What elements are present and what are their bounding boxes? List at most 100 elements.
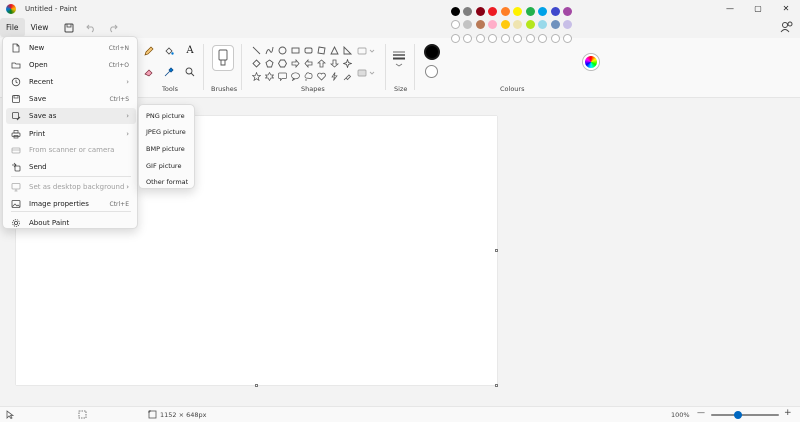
right-triangle-shape-icon[interactable] bbox=[341, 44, 353, 56]
rounded-rectangle-shape-icon[interactable] bbox=[302, 44, 314, 56]
file-menu-item-set-as-desktop-background[interactable]: Set as desktop background › bbox=[6, 179, 136, 195]
colour-swatch[interactable] bbox=[488, 6, 497, 16]
file-menu-item-new[interactable]: New Ctrl+N bbox=[6, 40, 136, 56]
color-picker-icon[interactable] bbox=[162, 65, 176, 79]
color-2-selector[interactable] bbox=[425, 65, 438, 78]
more-shapes-icon[interactable] bbox=[341, 70, 353, 82]
minimize-button[interactable]: — bbox=[716, 0, 744, 17]
save-as-png-picture[interactable]: PNG picture bbox=[141, 108, 193, 123]
edit-colours-icon[interactable] bbox=[583, 54, 599, 70]
file-menu-item-save[interactable]: Save Ctrl+S bbox=[6, 91, 136, 107]
diamond-shape-icon[interactable] bbox=[250, 57, 262, 69]
save-as-jpeg-picture[interactable]: JPEG picture bbox=[141, 125, 193, 140]
colour-swatch[interactable] bbox=[538, 6, 547, 16]
file-menu-item-about-paint[interactable]: About Paint bbox=[6, 215, 136, 231]
save-as-bmp-picture[interactable]: BMP picture bbox=[141, 141, 193, 156]
zoom-out-button[interactable]: — bbox=[697, 408, 705, 417]
share-icon[interactable] bbox=[780, 20, 794, 34]
color-1-selector[interactable] bbox=[424, 44, 440, 60]
colour-swatch[interactable] bbox=[463, 20, 472, 29]
canvas-resize-handle-bottom[interactable] bbox=[255, 384, 258, 387]
colour-swatch[interactable] bbox=[550, 33, 560, 43]
colour-swatch[interactable] bbox=[463, 33, 472, 43]
pencil-icon[interactable] bbox=[142, 44, 156, 58]
fill-dropdown-icon[interactable] bbox=[356, 66, 378, 80]
text-tool-icon[interactable]: A bbox=[183, 43, 197, 57]
left-arrow-shape-icon[interactable] bbox=[302, 57, 314, 69]
colour-swatch[interactable] bbox=[500, 33, 510, 43]
colour-swatch[interactable] bbox=[488, 33, 497, 43]
outline-dropdown-icon[interactable] bbox=[356, 44, 378, 58]
view-menu-tab[interactable]: View bbox=[25, 18, 55, 37]
file-menu-item-from-scanner-or-camera[interactable]: From scanner or camera bbox=[6, 142, 136, 158]
oval-shape-icon[interactable] bbox=[276, 44, 288, 56]
five-point-star-shape-icon[interactable] bbox=[250, 70, 262, 82]
save-as-gif-picture[interactable]: GIF picture bbox=[141, 158, 193, 173]
file-menu-item-save-as[interactable]: Save as › bbox=[6, 108, 136, 124]
colour-swatch[interactable] bbox=[525, 20, 535, 29]
eraser-icon[interactable] bbox=[142, 65, 156, 79]
zoom-in-button[interactable]: + bbox=[784, 408, 792, 418]
colour-swatch[interactable] bbox=[538, 33, 547, 43]
triangle-shape-icon[interactable] bbox=[328, 44, 340, 56]
hexagon-shape-icon[interactable] bbox=[276, 57, 288, 69]
brush-button[interactable] bbox=[212, 45, 234, 71]
undo-icon[interactable] bbox=[84, 21, 98, 35]
colour-swatch[interactable] bbox=[513, 6, 522, 16]
magnifier-icon[interactable] bbox=[183, 65, 197, 79]
rectangle-shape-icon[interactable] bbox=[289, 44, 301, 56]
file-menu-item-open[interactable]: Open Ctrl+O bbox=[6, 57, 136, 73]
colour-swatch[interactable] bbox=[563, 20, 572, 29]
colour-swatch[interactable] bbox=[525, 6, 535, 16]
redo-icon[interactable] bbox=[106, 21, 120, 35]
lightning-shape-icon[interactable] bbox=[328, 70, 340, 82]
colour-swatch[interactable] bbox=[513, 20, 522, 29]
colour-swatch[interactable] bbox=[538, 20, 547, 29]
four-point-star-shape-icon[interactable] bbox=[341, 57, 353, 69]
close-button[interactable]: ✕ bbox=[772, 0, 800, 17]
file-menu-item-print[interactable]: Print › bbox=[6, 126, 136, 142]
canvas-resize-handle-corner[interactable] bbox=[495, 384, 498, 387]
file-menu-item-send[interactable]: Send bbox=[6, 159, 136, 175]
file-menu-item-image-properties[interactable]: Image properties Ctrl+E bbox=[6, 196, 136, 212]
colour-swatch[interactable] bbox=[450, 20, 460, 29]
heart-shape-icon[interactable] bbox=[315, 70, 327, 82]
colour-swatch[interactable] bbox=[450, 33, 460, 43]
colour-swatch[interactable] bbox=[475, 6, 485, 16]
save-icon[interactable] bbox=[62, 21, 76, 35]
zoom-slider-thumb[interactable] bbox=[734, 411, 742, 419]
colour-swatch[interactable] bbox=[525, 33, 535, 43]
cloud-callout-shape-icon[interactable] bbox=[302, 70, 314, 82]
oval-callout-shape-icon[interactable] bbox=[289, 70, 301, 82]
save-as-other-format[interactable]: Other format bbox=[141, 175, 193, 190]
colour-swatch[interactable] bbox=[563, 6, 572, 16]
colour-swatch[interactable] bbox=[550, 6, 560, 16]
fill-icon[interactable] bbox=[162, 44, 176, 58]
maximize-button[interactable]: ▢ bbox=[744, 0, 772, 17]
title-bar: Untitled - Paint — ▢ ✕ bbox=[0, 0, 800, 17]
colour-swatch[interactable] bbox=[450, 6, 460, 16]
colour-swatch[interactable] bbox=[463, 6, 472, 16]
file-menu-tab[interactable]: File bbox=[0, 18, 25, 37]
colour-swatch[interactable] bbox=[500, 6, 510, 16]
rounded-callout-shape-icon[interactable] bbox=[276, 70, 288, 82]
size-dropdown-icon[interactable] bbox=[391, 48, 407, 68]
right-arrow-shape-icon[interactable] bbox=[289, 57, 301, 69]
colour-swatch[interactable] bbox=[550, 20, 560, 29]
curve-shape-icon[interactable] bbox=[263, 44, 275, 56]
file-menu-item-recent[interactable]: Recent › bbox=[6, 74, 136, 90]
polygon-shape-icon[interactable] bbox=[315, 44, 327, 56]
canvas-resize-handle-right[interactable] bbox=[495, 249, 498, 252]
six-point-star-shape-icon[interactable] bbox=[263, 70, 275, 82]
zoom-slider[interactable] bbox=[711, 414, 779, 416]
pentagon-shape-icon[interactable] bbox=[263, 57, 275, 69]
colour-swatch[interactable] bbox=[475, 20, 485, 29]
colour-swatch[interactable] bbox=[475, 33, 485, 43]
colour-swatch[interactable] bbox=[488, 20, 497, 29]
down-arrow-shape-icon[interactable] bbox=[328, 57, 340, 69]
colour-swatch[interactable] bbox=[563, 33, 572, 43]
colour-swatch[interactable] bbox=[513, 33, 522, 43]
colour-swatch[interactable] bbox=[500, 20, 510, 29]
up-arrow-shape-icon[interactable] bbox=[315, 57, 327, 69]
line-shape-icon[interactable] bbox=[250, 44, 262, 56]
